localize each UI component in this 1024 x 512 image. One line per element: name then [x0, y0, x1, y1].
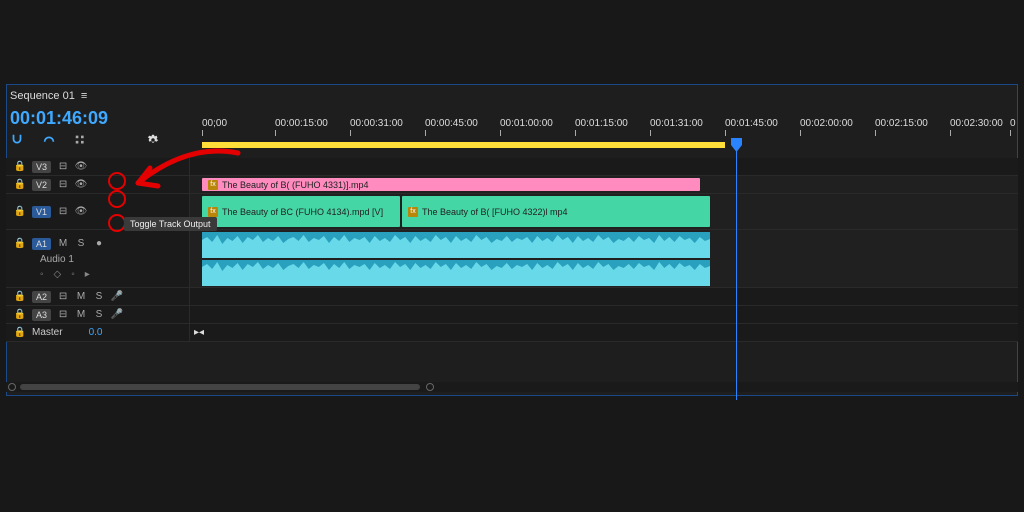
track-label: Master — [32, 327, 63, 338]
lock-icon[interactable]: 🔒 — [14, 206, 26, 217]
track-header-a2[interactable]: 🔒 A2 ⊟ M S 🎤 — [6, 288, 190, 305]
track-v2[interactable]: 🔒 V2 ⊟ 👁 fx The Beauty of B( (FUHO 4331)]… — [6, 176, 1018, 194]
clip-v1b[interactable]: fx The Beauty of B( [FUHO 4322)l mp4 — [402, 196, 710, 227]
track-a3[interactable]: 🔒 A3 ⊟ M S 🎤 — [6, 306, 1018, 324]
ruler-tick: 00:00:31:00 — [350, 118, 403, 129]
record-icon[interactable]: ● — [93, 238, 105, 249]
work-area-bar[interactable] — [202, 142, 725, 148]
track-label[interactable]: V3 — [32, 161, 51, 173]
eye-icon[interactable]: 👁 — [75, 206, 87, 217]
ruler-tick: 00:02:30:00 — [950, 118, 1003, 129]
ruler-tick: 00:00:15:00 — [275, 118, 328, 129]
solo-icon[interactable]: S — [75, 238, 87, 249]
ruler-tick: 00:02:15:00 — [875, 118, 928, 129]
fx-icon[interactable]: fx — [208, 180, 218, 190]
sync-icon[interactable]: ⊟ — [57, 309, 69, 320]
sync-icon[interactable]: ⊟ — [57, 179, 69, 190]
sync-icon[interactable]: ⊟ — [57, 161, 69, 172]
track-lane-master[interactable]: ▸◂ — [190, 324, 1018, 341]
scroll-handle-left[interactable] — [8, 383, 16, 391]
eye-icon[interactable]: 👁 — [75, 161, 87, 172]
lock-icon[interactable]: 🔒 — [14, 179, 26, 190]
clip-label: The Beauty of BC (FUHO 4134).mpd [V] — [222, 207, 383, 217]
horizontal-scrollbar[interactable] — [6, 382, 1018, 392]
track-v3[interactable]: 🔒 V3 ⊟ 👁 — [6, 158, 1018, 176]
ruler-tick: 00:01:31:00 — [650, 118, 703, 129]
master-value[interactable]: 0.0 — [89, 327, 103, 338]
track-lane-v2[interactable]: fx The Beauty of B( (FUHO 4331)].mp4 — [190, 176, 1018, 193]
track-header-a3[interactable]: 🔒 A3 ⊟ M S 🎤 — [6, 306, 190, 323]
mute-icon[interactable]: M — [75, 291, 87, 302]
markers-icon[interactable] — [74, 133, 88, 150]
track-label[interactable]: A3 — [32, 309, 51, 321]
clip-v2[interactable]: fx The Beauty of B( (FUHO 4331)].mp4 — [202, 178, 700, 191]
ruler-tick: 00;00 — [202, 118, 227, 129]
clip-label: The Beauty of B( [FUHO 4322)l mp4 — [422, 207, 568, 217]
playhead-handle[interactable] — [731, 138, 742, 152]
lock-icon[interactable]: 🔒 — [14, 309, 26, 320]
audio-clip-a1-ch2[interactable] — [202, 260, 710, 286]
time-ruler[interactable]: 00;0000:00:15:0000:00:31:0000:00:45:0000… — [190, 118, 1018, 150]
lock-icon[interactable]: 🔒 — [14, 161, 26, 172]
track-label[interactable]: A1 — [32, 238, 51, 250]
solo-icon[interactable]: S — [93, 309, 105, 320]
track-a2[interactable]: 🔒 A2 ⊟ M S 🎤 — [6, 288, 1018, 306]
track-lane-a2[interactable] — [190, 288, 1018, 305]
ruler-tick: 00:01:45:00 — [725, 118, 778, 129]
track-name: Audio 1 — [14, 254, 74, 265]
sync-icon[interactable]: ⊟ — [57, 206, 69, 217]
keyframe-add-icon[interactable]: ◇ — [54, 269, 62, 280]
track-lane-a3[interactable] — [190, 306, 1018, 323]
scroll-handle-right[interactable] — [426, 383, 434, 391]
expand-icon[interactable]: ▸◂ — [194, 327, 204, 338]
chevron-right-icon[interactable]: ▸ — [85, 269, 90, 280]
snap-icon[interactable] — [10, 133, 24, 150]
track-lane-v1[interactable]: fx The Beauty of BC (FUHO 4134).mpd [V] f… — [190, 194, 1018, 229]
ruler-tick: 00:01:15:00 — [575, 118, 628, 129]
voice-icon[interactable]: 🎤 — [111, 291, 123, 302]
linked-selection-icon[interactable] — [42, 133, 56, 150]
ruler-tick: 0 — [1010, 118, 1016, 129]
tracks-area: 🔒 V3 ⊟ 👁 🔒 V2 ⊟ 👁 fx The Beauty of B( (FU… — [6, 158, 1018, 358]
track-header-a1[interactable]: 🔒 A1 M S ● Audio 1 ◦ ◇ ◦ ▸ — [6, 230, 190, 287]
ruler-tick: 00:01:00:00 — [500, 118, 553, 129]
track-master[interactable]: 🔒 Master 0.0 ▸◂ — [6, 324, 1018, 342]
sync-icon[interactable]: ⊟ — [57, 291, 69, 302]
lock-icon[interactable]: 🔒 — [14, 291, 26, 302]
timecode-display[interactable]: 00:01:46:09 — [10, 108, 108, 129]
playhead[interactable] — [736, 138, 737, 400]
track-label[interactable]: V2 — [32, 179, 51, 191]
track-header-master[interactable]: 🔒 Master 0.0 — [6, 324, 190, 341]
ruler-tick: 00:02:00:00 — [800, 118, 853, 129]
eye-icon[interactable]: 👁 — [75, 179, 87, 190]
track-lane-a1[interactable] — [190, 230, 1018, 287]
lock-icon[interactable]: 🔒 — [14, 327, 26, 338]
track-label[interactable]: A2 — [32, 291, 51, 303]
keyframe-prev-icon[interactable]: ◦ — [40, 269, 44, 280]
track-label[interactable]: V1 — [32, 206, 51, 218]
fx-icon[interactable]: fx — [408, 207, 418, 217]
voice-icon[interactable]: 🎤 — [111, 309, 123, 320]
settings-icon[interactable] — [146, 133, 160, 150]
close-icon[interactable]: ≡ — [81, 90, 87, 102]
track-lane-v3[interactable] — [190, 158, 1018, 175]
lock-icon[interactable]: 🔒 — [14, 238, 26, 249]
keyframe-next-icon[interactable]: ◦ — [71, 269, 75, 280]
solo-icon[interactable]: S — [93, 291, 105, 302]
track-a1[interactable]: 🔒 A1 M S ● Audio 1 ◦ ◇ ◦ ▸ — [6, 230, 1018, 288]
fx-icon[interactable]: fx — [208, 207, 218, 217]
track-header-v2[interactable]: 🔒 V2 ⊟ 👁 — [6, 176, 190, 193]
clip-v1a[interactable]: fx The Beauty of BC (FUHO 4134).mpd [V] — [202, 196, 400, 227]
track-header-v3[interactable]: 🔒 V3 ⊟ 👁 — [6, 158, 190, 175]
scroll-thumb[interactable] — [20, 384, 420, 390]
ruler-tick: 00:00:45:00 — [425, 118, 478, 129]
timeline-toolbar — [10, 132, 160, 150]
mute-icon[interactable]: M — [75, 309, 87, 320]
sequence-tab-label: Sequence 01 — [10, 90, 75, 102]
sequence-tab[interactable]: Sequence 01 ≡ — [10, 90, 87, 102]
mute-icon[interactable]: M — [57, 238, 69, 249]
clip-label: The Beauty of B( (FUHO 4331)].mp4 — [222, 180, 369, 190]
tooltip: Toggle Track Output — [124, 217, 217, 231]
audio-clip-a1-ch1[interactable] — [202, 232, 710, 258]
